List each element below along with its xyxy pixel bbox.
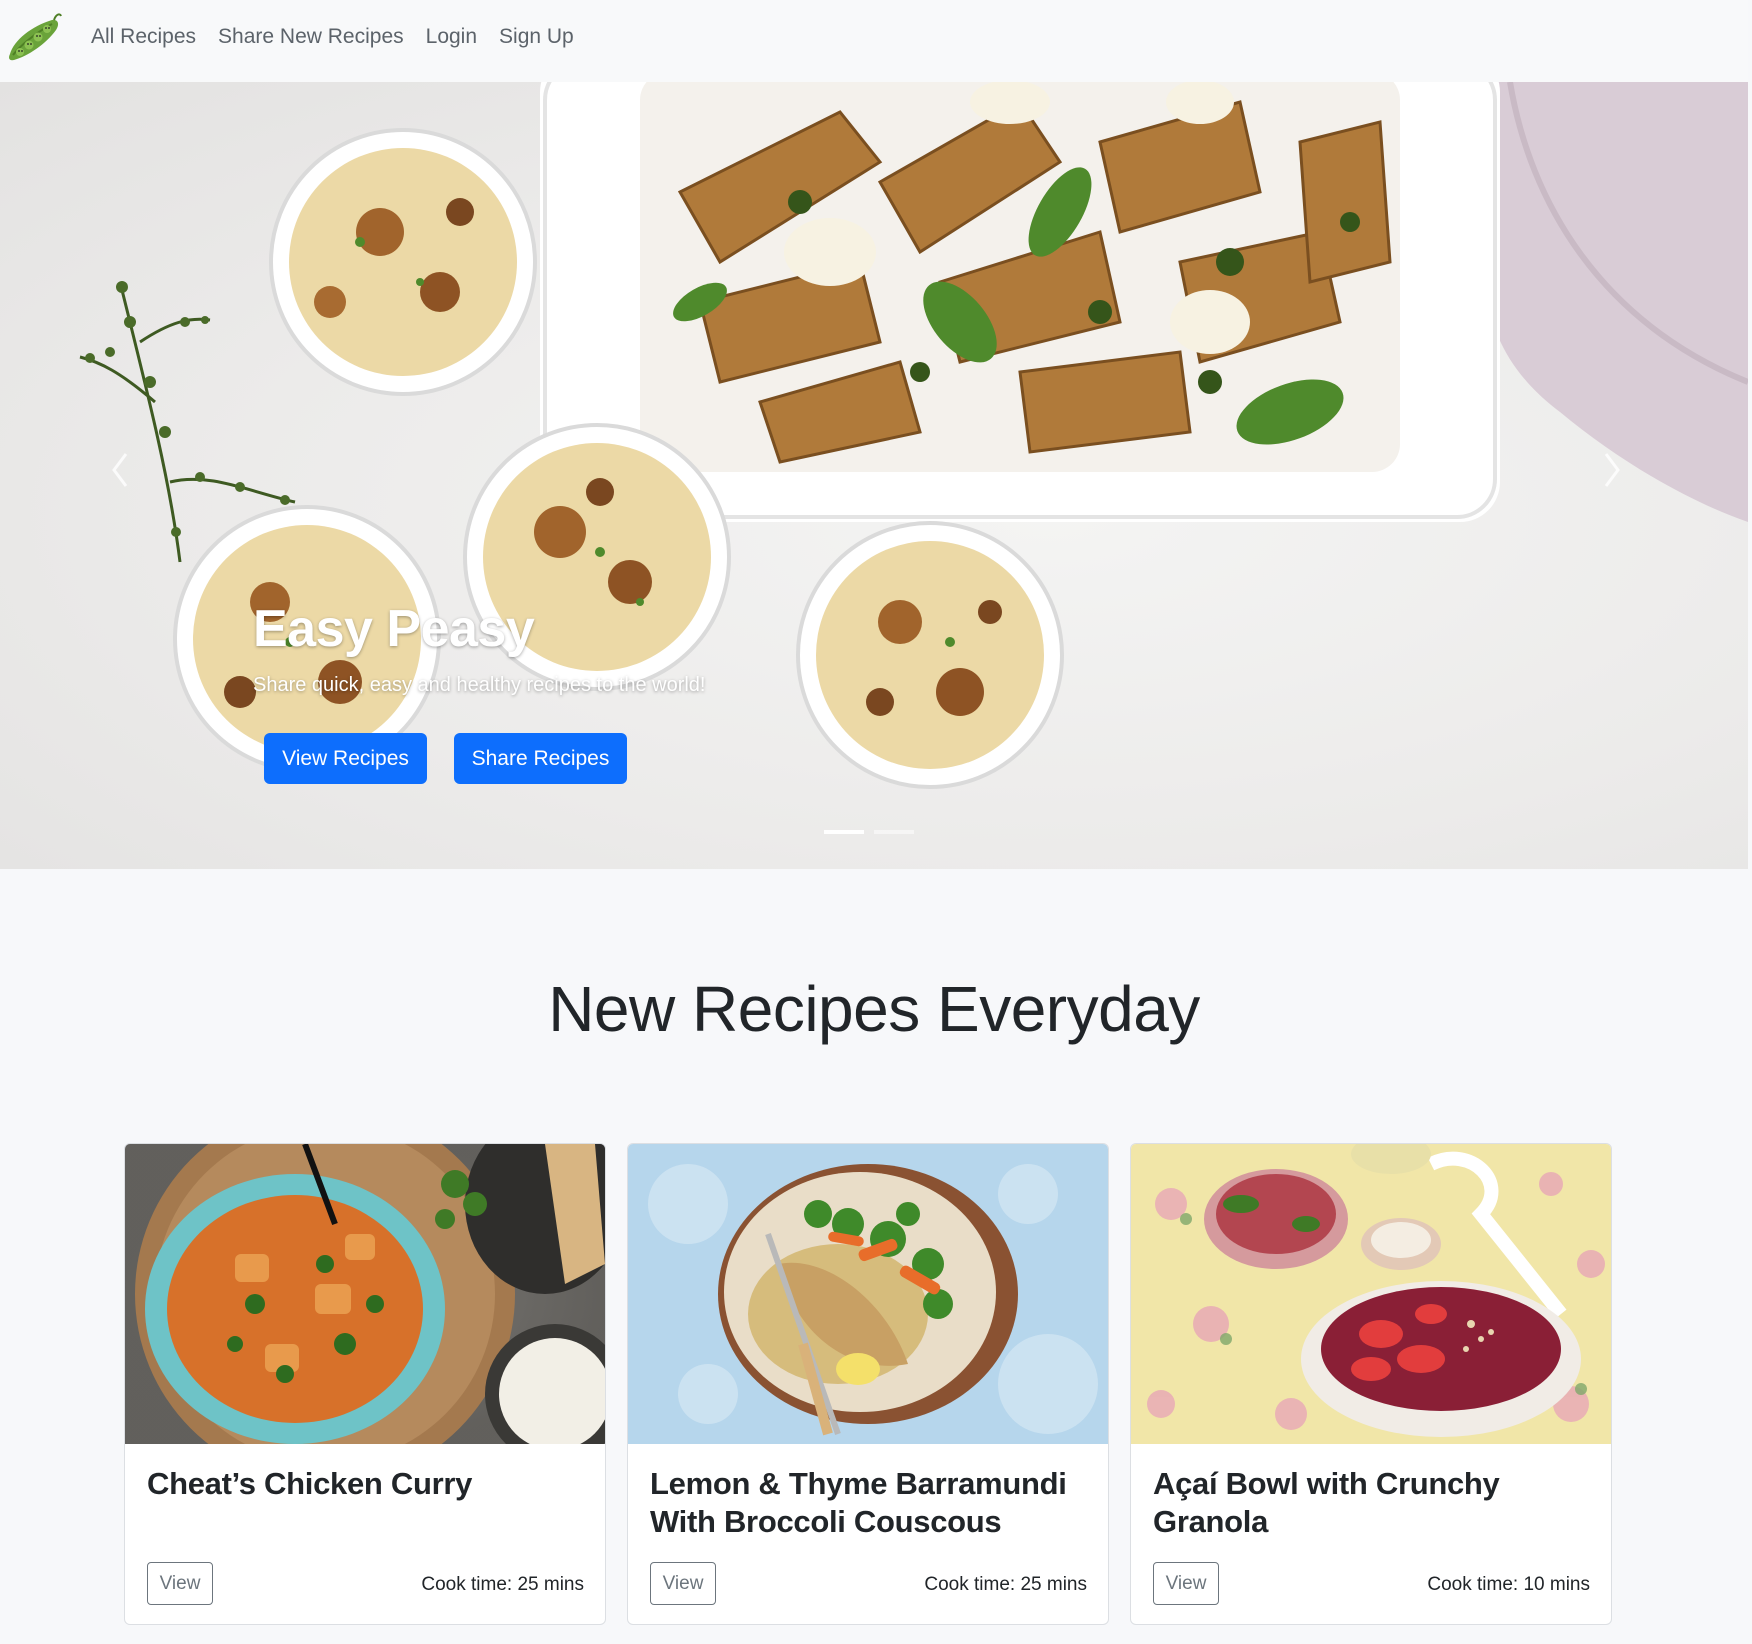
cook-time: Cook time: 10 mins xyxy=(1427,1574,1590,1595)
hero-title: Easy Peasy xyxy=(253,600,535,658)
view-recipe-button[interactable]: View xyxy=(147,1562,213,1605)
barramundi-image xyxy=(628,1144,1108,1444)
view-recipe-button[interactable]: View xyxy=(1153,1562,1219,1605)
peapod-logo-icon[interactable] xyxy=(4,10,62,68)
nav-all-recipes-link[interactable]: All Recipes xyxy=(91,25,196,49)
carousel-next-icon[interactable] xyxy=(1602,450,1622,490)
navbar: All Recipes Share New Recipes Login Sign… xyxy=(0,0,1748,82)
nav-share-new-recipes-link[interactable]: Share New Recipes xyxy=(218,25,404,49)
nav-login-link[interactable]: Login xyxy=(426,25,477,49)
carousel-prev-icon[interactable] xyxy=(110,450,130,490)
share-recipes-button[interactable]: Share Recipes xyxy=(454,733,627,784)
carousel-indicator-2[interactable] xyxy=(874,830,914,834)
card-title: Lemon & Thyme Barramundi With Broccoli C… xyxy=(650,1466,1067,1539)
hero-subtitle: Share quick, easy and healthy recipes to… xyxy=(253,674,706,696)
view-recipes-button[interactable]: View Recipes xyxy=(264,733,427,784)
carousel-indicators xyxy=(824,830,914,834)
cook-time: Cook time: 25 mins xyxy=(924,1574,1087,1595)
hero-carousel: Easy Peasy Share quick, easy and healthy… xyxy=(0,82,1748,869)
nav-sign-up-link[interactable]: Sign Up xyxy=(499,25,574,49)
card-title: Açaí Bowl with Crunchy Granola xyxy=(1153,1466,1500,1539)
recipe-card: Cheat’s Chicken Curry View Cook time: 25… xyxy=(124,1143,606,1625)
card-title: Cheat’s Chicken Curry xyxy=(147,1466,473,1501)
recipe-card: Lemon & Thyme Barramundi With Broccoli C… xyxy=(627,1143,1109,1625)
chicken-curry-image xyxy=(125,1144,605,1444)
cook-time: Cook time: 25 mins xyxy=(421,1574,584,1595)
acai-bowl-image xyxy=(1131,1144,1611,1444)
nav-links: All Recipes Share New Recipes Login Sign… xyxy=(91,25,574,49)
carousel-indicator-1[interactable] xyxy=(824,830,864,834)
hero-food-image xyxy=(79,82,1748,789)
section-heading: New Recipes Everyday xyxy=(548,973,1200,1045)
recipe-card: Açaí Bowl with Crunchy Granola View Cook… xyxy=(1130,1143,1612,1625)
view-recipe-button[interactable]: View xyxy=(650,1562,716,1605)
